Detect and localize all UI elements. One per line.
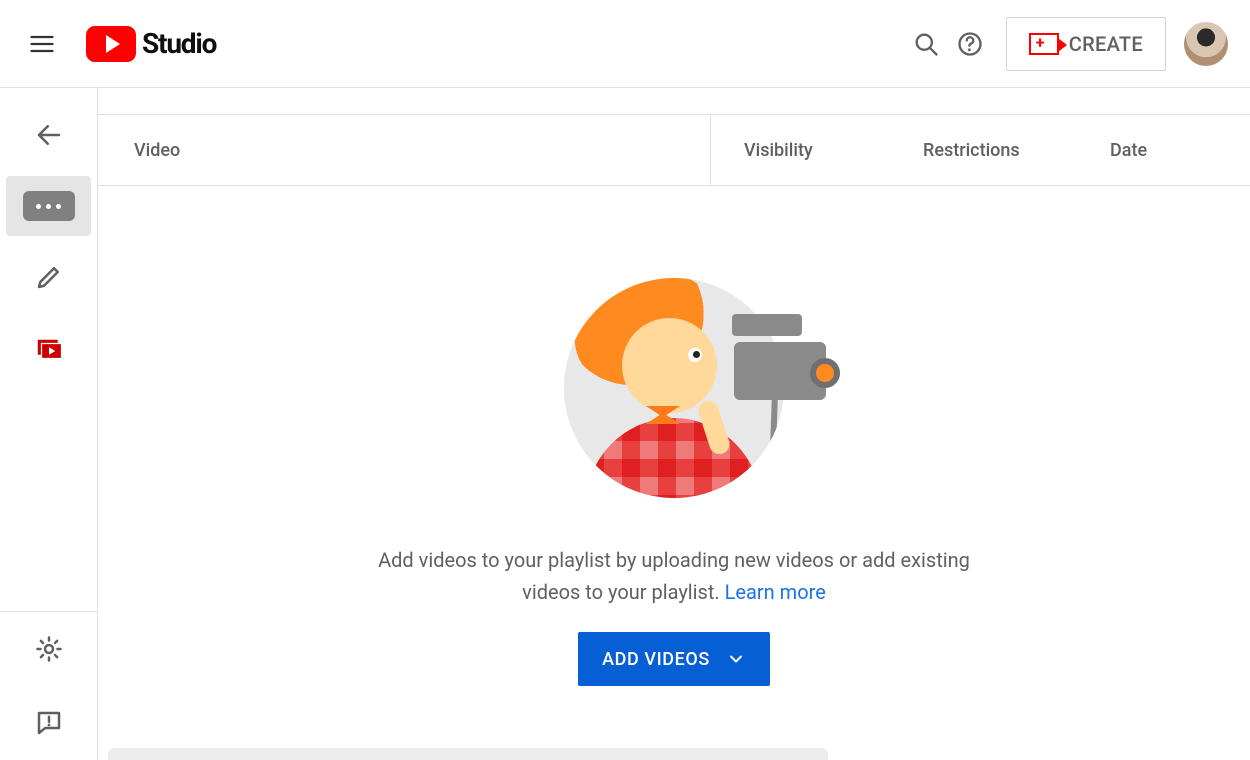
main: Video Visibility Restrictions Date — [98, 88, 1250, 760]
empty-message-text: Add videos to your playlist by uploading… — [378, 548, 970, 604]
search-icon — [912, 30, 940, 58]
empty-illustration — [564, 278, 784, 498]
hamburger-icon — [28, 30, 56, 58]
add-videos-label: ADD VIDEOS — [602, 649, 710, 670]
logo-text: Studio — [142, 27, 216, 60]
search-button[interactable] — [904, 22, 948, 66]
create-button[interactable]: + CREATE — [1006, 17, 1166, 71]
studio-logo[interactable]: Studio — [86, 26, 216, 62]
column-header-restrictions[interactable]: Restrictions — [923, 140, 1020, 161]
help-button[interactable] — [948, 22, 992, 66]
empty-state: Add videos to your playlist by uploading… — [98, 278, 1250, 686]
column-divider — [710, 115, 711, 185]
sidebar — [0, 88, 98, 760]
topbar: Studio + CREATE — [0, 0, 1250, 88]
chevron-down-icon — [726, 649, 746, 669]
column-header-video[interactable]: Video — [134, 140, 180, 161]
add-videos-button[interactable]: ADD VIDEOS — [578, 632, 770, 686]
youtube-icon — [86, 26, 136, 62]
create-camera-icon: + — [1029, 33, 1059, 55]
sidebar-item-edit-details[interactable] — [0, 240, 97, 314]
sidebar-item-playlist-videos[interactable] — [0, 314, 97, 388]
column-headers: Video Visibility Restrictions Date — [98, 114, 1250, 186]
column-header-date[interactable]: Date — [1110, 140, 1147, 161]
sidebar-item-more[interactable] — [6, 176, 91, 236]
empty-message: Add videos to your playlist by uploading… — [354, 544, 994, 608]
menu-button[interactable] — [22, 24, 62, 64]
account-avatar[interactable] — [1184, 22, 1228, 66]
feedback-icon — [34, 708, 64, 738]
playlist-icon — [34, 336, 64, 366]
sidebar-item-back[interactable] — [0, 98, 97, 172]
pencil-icon — [34, 262, 64, 292]
horizontal-scrollbar[interactable] — [108, 748, 828, 760]
shell: Video Visibility Restrictions Date — [0, 88, 1250, 760]
sidebar-spacer — [0, 388, 97, 611]
column-header-visibility[interactable]: Visibility — [744, 140, 813, 161]
learn-more-link[interactable]: Learn more — [725, 580, 826, 604]
sidebar-item-feedback[interactable] — [0, 686, 97, 760]
arrow-left-icon — [34, 120, 64, 150]
create-label: CREATE — [1069, 32, 1143, 56]
ellipsis-icon — [23, 191, 75, 221]
sidebar-item-settings[interactable] — [0, 612, 97, 686]
gear-icon — [34, 634, 64, 664]
help-icon — [956, 30, 984, 58]
